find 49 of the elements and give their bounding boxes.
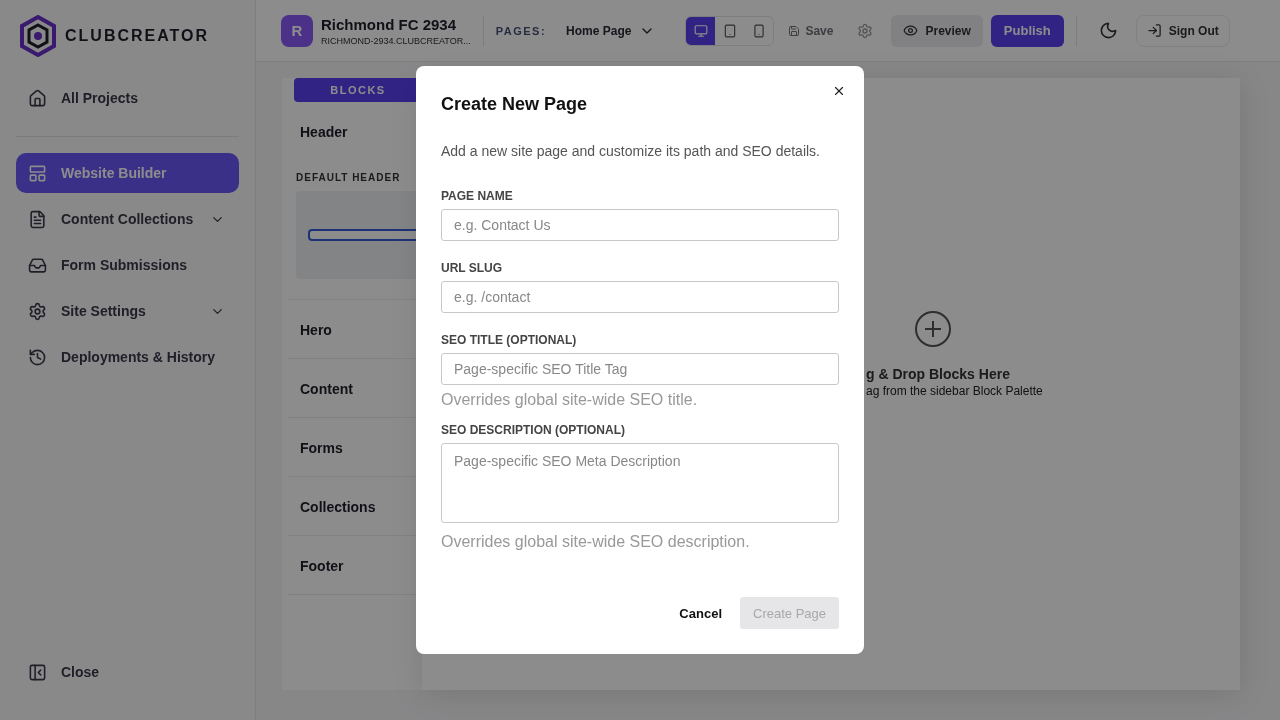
sign-out-button[interactable]: Sign Out — [1135, 14, 1230, 47]
nav-item[interactable]: Deployments & History — [16, 337, 239, 377]
project-name: Richmond FC 2934 — [321, 15, 458, 33]
description-field[interactable]: Page-specific SEO Meta Description — [441, 443, 839, 523]
home-icon — [28, 88, 47, 108]
tablet-icon — [722, 23, 737, 38]
field-help: Overrides global site-wide SEO description. — [441, 533, 751, 551]
close-sidebar-button[interactable]: Close — [16, 652, 239, 692]
sign-out-icon — [1146, 23, 1162, 38]
dialog-description: Add a new site page and customize its path and SEO details. — [441, 143, 821, 159]
panel-icon — [28, 662, 47, 682]
cancel-button[interactable]: Cancel — [673, 605, 728, 621]
field-label: SEO DESCRIPTION (OPTIONAL) — [441, 423, 626, 437]
logo-icon — [19, 15, 57, 57]
section-label: DEFAULT HEADER — [296, 172, 402, 183]
nav-item[interactable]: All Projects — [16, 78, 239, 118]
logo-text: CLUBCREATOR — [65, 27, 210, 45]
history-icon — [28, 347, 47, 367]
field-label: PAGE NAME — [441, 189, 514, 203]
close-icon — [832, 84, 846, 98]
plus-icon — [914, 310, 952, 348]
empty-canvas-hint: ag from the sidebar Block Palette — [866, 384, 1043, 398]
field-help: Overrides global site-wide SEO title. — [441, 391, 699, 409]
document-icon — [28, 209, 47, 229]
field-label: URL SLUG — [441, 261, 504, 275]
view-mode-button[interactable] — [686, 16, 716, 45]
input-field[interactable]: Page-specific SEO Title Tag — [441, 353, 839, 385]
publish-button[interactable]: Publish — [990, 14, 1064, 47]
field-label: SEO TITLE (OPTIONAL) — [441, 333, 578, 347]
inbox-icon — [28, 255, 47, 275]
layout-icon — [28, 163, 47, 183]
floppy-icon — [788, 24, 801, 37]
monitor-icon — [693, 23, 708, 38]
eye-icon — [903, 23, 919, 38]
pages-label: PAGES: — [495, 24, 547, 37]
page-select[interactable]: Home Page — [554, 22, 660, 39]
project-avatar: R — [281, 14, 313, 47]
input-field[interactable]: e.g. Contact Us — [441, 209, 839, 241]
dialog-title: Create New Page — [441, 94, 589, 115]
nav-item[interactable]: Form Submissions — [16, 245, 239, 285]
phone-icon — [751, 23, 766, 38]
empty-canvas-title: g & Drop Blocks Here — [866, 366, 1010, 382]
settings-icon — [28, 301, 47, 321]
project-domain: RICHMOND-2934.CLUBCREATOR... — [321, 35, 471, 46]
preview-button[interactable]: Preview — [891, 14, 983, 47]
nav-item[interactable]: Content Collections — [16, 199, 239, 239]
nav-item[interactable]: Website Builder — [16, 153, 239, 193]
input-field[interactable]: e.g. /contact — [441, 281, 839, 313]
nav-item[interactable]: Site Settings — [16, 291, 239, 331]
